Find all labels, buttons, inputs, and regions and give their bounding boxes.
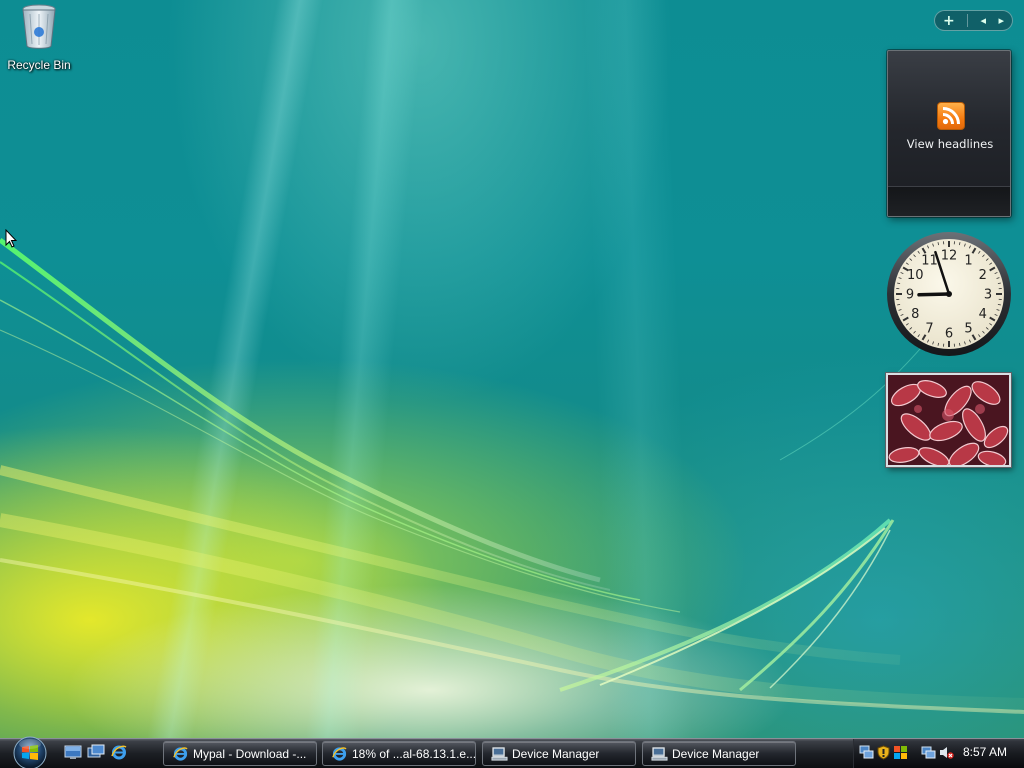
clock-numeral: 11 [921,254,938,269]
clock-gadget[interactable]: 12 12 3 45678 9 1011 [885,230,1013,358]
next-page-button[interactable]: ▸ [998,15,1004,26]
add-gadget-button[interactable]: + [943,14,955,28]
network-icon[interactable] [859,745,874,760]
taskbar-button-device-manager-2[interactable]: Device Manager [642,741,796,766]
device-manager-icon [491,747,508,761]
slideshow-gadget[interactable] [886,373,1011,467]
clock-numeral: 9 [906,288,914,303]
taskbar-button-label: Device Manager [512,746,600,761]
wallpaper-waves [0,238,1024,714]
show-desktop-icon[interactable] [64,744,82,760]
start-button[interactable] [9,734,52,768]
clock-numeral: 1 [964,254,972,269]
taskbar-button-label: 18% of ...al-68.13.1.e... [352,746,475,761]
clock-numeral: 6 [945,327,953,342]
clock-numeral: 7 [925,321,933,336]
taskbar-button-label: Mypal - Download -... [193,746,307,761]
network-status-icon[interactable] [921,745,936,760]
view-headlines-link[interactable]: View headlines [888,137,1012,151]
clock-numeral: 5 [964,321,972,336]
clock-numeral: 10 [907,268,924,283]
switch-windows-icon[interactable] [87,744,105,760]
taskbar-button-label: Device Manager [672,746,760,761]
recycle-bin-icon [22,4,56,49]
clock-numeral: 4 [979,307,987,322]
device-manager-icon [651,747,668,761]
internet-explorer-icon [173,747,188,761]
clock-numeral: 12 [941,249,958,264]
windows-update-icon[interactable] [893,745,908,760]
taskbar-button-device-manager-1[interactable]: Device Manager [482,741,636,766]
internet-explorer-icon[interactable] [110,744,128,760]
mouse-cursor-icon [5,229,17,248]
volume-muted-icon[interactable] [939,745,954,760]
internet-explorer-icon [332,747,347,761]
clock-numeral: 3 [984,288,992,303]
security-shield-icon[interactable] [876,745,891,760]
clock-numeral: 8 [911,307,919,322]
sidebar-controls: + ◂ ▸ [934,10,1013,31]
taskbar-button-download-progress[interactable]: 18% of ...al-68.13.1.e... [322,741,476,766]
feed-gadget-footer [888,186,1010,216]
sidebar-controls-divider [967,14,969,27]
desktop-icon-recycle-bin[interactable]: Recycle Bin [4,2,74,72]
slideshow-image [888,375,1009,465]
rss-icon [937,102,965,130]
taskbar-button-mypal-download[interactable]: Mypal - Download -... [163,741,317,766]
clock-time[interactable]: 8:57 AM [963,745,1007,759]
clock-numeral: 2 [979,268,987,283]
clock-center-pin [946,291,952,297]
desktop[interactable]: Recycle Bin + ◂ ▸ View headlines 12 1 2 … [0,0,1024,738]
feed-headlines-gadget[interactable]: View headlines [887,50,1011,217]
desktop-icon-label: Recycle Bin [7,58,71,72]
clock-hour-hand [917,292,951,297]
previous-page-button[interactable]: ◂ [981,15,987,26]
